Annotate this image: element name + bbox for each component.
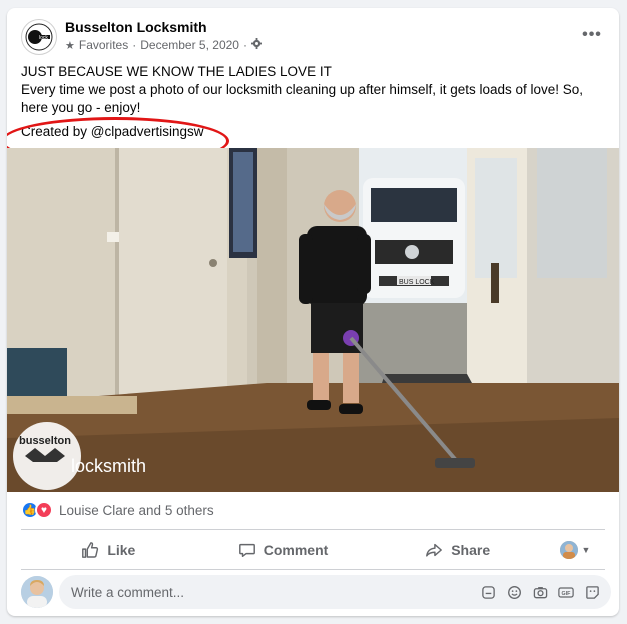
- svg-text:lock: lock: [39, 35, 48, 41]
- smile-sticker-icon[interactable]: [583, 583, 601, 601]
- share-button[interactable]: Share: [370, 534, 545, 566]
- divider-top: [21, 529, 605, 530]
- post-meta: ★ Favorites · December 5, 2020 ·: [65, 38, 262, 52]
- audience-label[interactable]: Favorites: [79, 38, 128, 52]
- post-text-body: Every time we post a photo of our locksm…: [21, 82, 584, 115]
- action-bar: Like Comment Share ▼: [21, 532, 605, 568]
- share-icon: [426, 543, 443, 557]
- favorites-star-icon: ★: [65, 39, 75, 52]
- reactions-text[interactable]: Louise Clare and 5 others: [59, 503, 214, 518]
- comment-label: Comment: [263, 542, 329, 558]
- comment-tools: GIF: [479, 583, 601, 601]
- camera-icon[interactable]: [531, 583, 549, 601]
- comment-button[interactable]: Comment: [196, 534, 371, 566]
- meta-separator-2: ·: [242, 38, 247, 52]
- thumbs-up-icon: [82, 542, 99, 558]
- user-mini-avatar: [559, 541, 578, 559]
- post-text-headline: JUST BECAUSE WE KNOW THE LADIES LOVE IT: [21, 64, 332, 79]
- react-as-selector[interactable]: ▼: [545, 541, 605, 559]
- page-name[interactable]: Busselton Locksmith: [65, 19, 207, 35]
- photo-logo-top: busselton: [19, 435, 71, 447]
- emoji-icon[interactable]: [505, 583, 523, 601]
- post-date[interactable]: December 5, 2020: [140, 38, 239, 52]
- photo-logo-bottom: locksmith: [71, 456, 146, 476]
- svg-text:GIF: GIF: [562, 591, 572, 597]
- comment-input[interactable]: Write a comment... GIF: [59, 575, 611, 609]
- chevron-down-icon: ▼: [581, 545, 591, 555]
- divider-bottom: [21, 569, 605, 570]
- meta-separator: ·: [132, 38, 137, 52]
- love-reaction-icon: ♥: [35, 501, 53, 519]
- like-button[interactable]: Like: [21, 534, 196, 566]
- comment-composer: Write a comment... GIF: [21, 574, 611, 610]
- reactions-summary[interactable]: 👍 ♥ Louise Clare and 5 others: [21, 501, 214, 519]
- post-photo[interactable]: BUS LOCK busselton locksmith: [7, 148, 619, 492]
- post-card: lock Busselton Locksmith ★ Favorites · D…: [7, 8, 619, 616]
- sticker-icon[interactable]: [479, 583, 497, 601]
- page-avatar[interactable]: lock: [21, 19, 57, 55]
- comment-placeholder: Write a comment...: [71, 584, 185, 600]
- van-plate: BUS LOCK: [399, 279, 435, 286]
- more-options-button[interactable]: •••: [579, 22, 605, 48]
- reaction-icons: 👍 ♥: [21, 501, 53, 519]
- photo-illustration: BUS LOCK busselton locksmith: [7, 148, 619, 492]
- gear-icon[interactable]: [250, 38, 262, 52]
- share-label: Share: [451, 542, 491, 558]
- like-label: Like: [107, 542, 136, 558]
- page-logo-icon: lock: [25, 23, 53, 51]
- user-avatar[interactable]: [21, 576, 53, 608]
- comment-icon: [238, 543, 255, 558]
- gif-icon[interactable]: GIF: [557, 583, 575, 601]
- post-header: lock Busselton Locksmith ★ Favorites · D…: [7, 8, 619, 64]
